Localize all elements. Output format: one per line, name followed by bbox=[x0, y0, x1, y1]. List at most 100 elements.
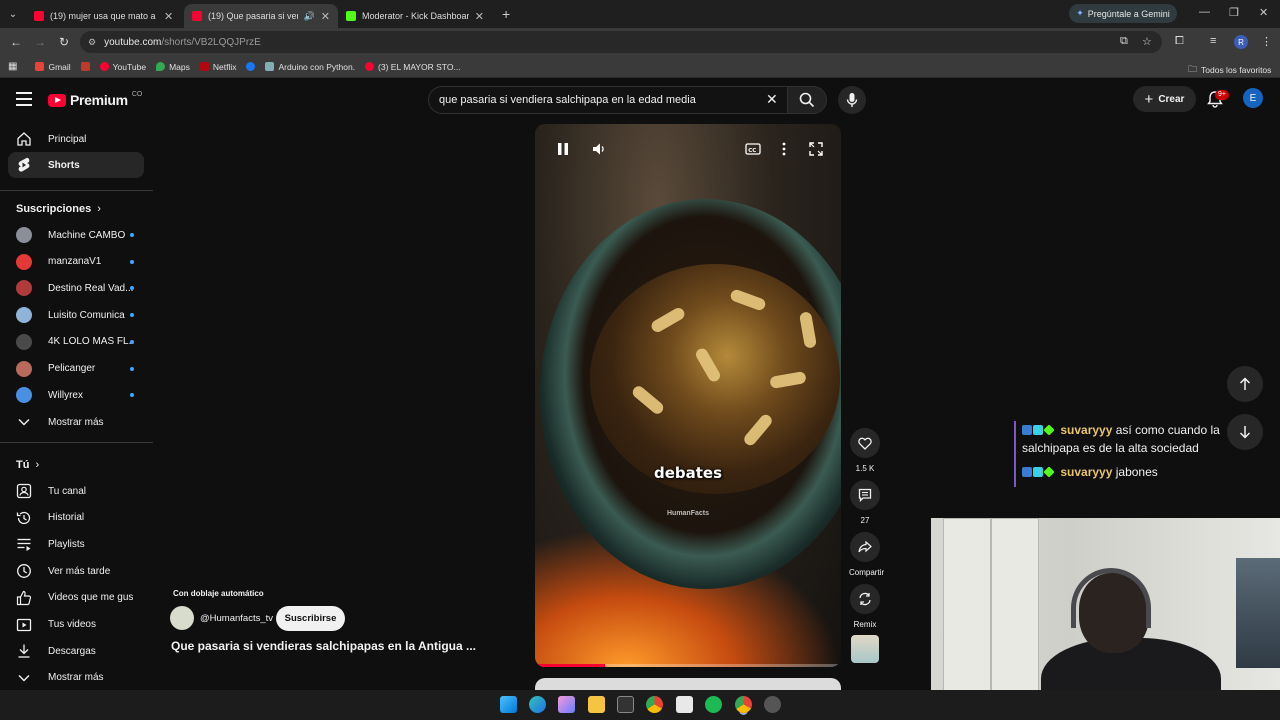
subscriptions-heading-label: Suscripciones bbox=[16, 203, 92, 215]
new-tab-icon[interactable]: + bbox=[492, 6, 520, 22]
all-bookmarks-folder[interactable]: 🗀 Todos los favoritos bbox=[1188, 62, 1271, 78]
channel-icon bbox=[16, 483, 32, 499]
browser-tab[interactable]: (19) mujer usa que mato a sus ✕ bbox=[26, 4, 184, 28]
bookmark-star-icon[interactable]: ☆ bbox=[1142, 35, 1152, 48]
sidebar-subscription-item[interactable]: Luisito Comunica bbox=[8, 302, 144, 328]
sidebar-subscription-item[interactable]: 4K LOLO MAS FL... bbox=[8, 329, 144, 355]
share-action[interactable]: Compartir bbox=[849, 532, 884, 577]
bookmark-maps[interactable]: Maps bbox=[156, 62, 190, 72]
sidebar-item-shorts[interactable]: Shorts bbox=[8, 152, 144, 178]
address-bar[interactable]: ⚙ youtube.com/shorts/VB2LQQJPrzE bbox=[80, 31, 1162, 53]
close-tab-icon[interactable]: ✕ bbox=[164, 10, 173, 23]
sidebar-you-item[interactable]: Tu canal bbox=[8, 478, 144, 504]
bookmark-netflix[interactable]: Netflix bbox=[199, 62, 236, 72]
sidebar-you-item[interactable]: Playlists bbox=[8, 531, 144, 557]
chrome-active-icon[interactable] bbox=[735, 696, 752, 713]
subscribe-button[interactable]: Suscribirse bbox=[276, 606, 345, 631]
next-short-preview[interactable] bbox=[535, 678, 841, 690]
search-button[interactable] bbox=[787, 86, 827, 114]
previous-short-button[interactable] bbox=[1227, 366, 1263, 402]
edge-icon[interactable] bbox=[529, 696, 546, 713]
sidebar-you-item[interactable]: Tus videos bbox=[8, 612, 144, 638]
apps-grid-icon[interactable]: ▦ bbox=[8, 61, 17, 72]
tab-search-chevron-icon[interactable]: ⌄ bbox=[0, 0, 26, 28]
sidebar-you-item[interactable]: Descargas bbox=[8, 638, 144, 664]
speaker-icon[interactable]: 🔊 bbox=[304, 11, 315, 22]
account-avatar[interactable]: E bbox=[1243, 88, 1263, 108]
sidebar-item-label: Luisito Comunica bbox=[48, 309, 125, 321]
netflix-icon bbox=[199, 62, 209, 71]
browser-tab-active[interactable]: (19) Que pasaria si vendiera 🔊 ✕ bbox=[184, 4, 338, 28]
channel-handle[interactable]: @Humanfacts_tv bbox=[200, 613, 273, 624]
extensions-icon[interactable]: ⧠ bbox=[1175, 35, 1184, 48]
forward-icon[interactable]: → bbox=[28, 35, 52, 49]
settings-icon[interactable] bbox=[764, 696, 781, 713]
sidebar-item-principal[interactable]: Principal bbox=[8, 126, 144, 152]
chat-badges bbox=[1022, 463, 1055, 481]
back-icon[interactable]: ← bbox=[4, 35, 28, 49]
subscriptions-heading[interactable]: Suscripciones › bbox=[16, 203, 101, 215]
close-window-icon[interactable]: ✕ bbox=[1259, 6, 1268, 19]
restore-icon[interactable]: ❐ bbox=[1229, 6, 1239, 19]
bookmark-facebook[interactable] bbox=[246, 62, 256, 71]
channel-avatar[interactable] bbox=[170, 606, 194, 630]
comments-action[interactable]: 27 bbox=[849, 480, 881, 525]
bookmark-misc[interactable] bbox=[80, 62, 90, 71]
bookmark-mayor-sto[interactable]: (3) EL MAYOR STO... bbox=[365, 62, 461, 72]
sidebar-you-item[interactable]: Historial bbox=[8, 505, 144, 531]
file-explorer-icon[interactable] bbox=[588, 696, 605, 713]
browser-tab[interactable]: Moderator - Kick Dashboard ✕ bbox=[338, 4, 492, 28]
bookmark-gmail[interactable]: Gmail bbox=[35, 62, 71, 72]
close-tab-icon[interactable]: ✕ bbox=[321, 10, 330, 23]
video-progress-bar[interactable] bbox=[535, 664, 841, 667]
guide-menu-icon[interactable] bbox=[16, 92, 32, 106]
auto-dubbing-label: Con doblaje automático bbox=[173, 589, 264, 598]
sidebar-show-more-subscriptions[interactable]: Mostrar más bbox=[8, 409, 144, 435]
browser-profile-avatar[interactable]: R bbox=[1234, 35, 1248, 49]
close-tab-icon[interactable]: ✕ bbox=[475, 10, 484, 23]
like-action[interactable]: 1.5 K bbox=[849, 428, 881, 473]
sidebar-you-item[interactable]: Videos que me gus... bbox=[8, 585, 144, 611]
remix-action[interactable]: Remix bbox=[849, 584, 881, 629]
windows-start-icon[interactable] bbox=[500, 696, 517, 713]
spotify-icon[interactable] bbox=[705, 696, 722, 713]
sidebar-you-item[interactable]: Mostrar más bbox=[8, 665, 144, 691]
sidebar-subscription-item[interactable]: manzanaV1 bbox=[8, 249, 144, 275]
maps-pin-icon bbox=[156, 62, 166, 71]
bookmark-arduino[interactable]: Arduino con Python. bbox=[265, 62, 355, 72]
sidebar-you-item[interactable]: Ver más tarde bbox=[8, 558, 144, 584]
site-info-icon[interactable]: ⚙ bbox=[88, 37, 96, 48]
sidebar-subscription-item[interactable]: Destino Real Vad... bbox=[8, 275, 144, 301]
epic-games-icon[interactable] bbox=[617, 696, 634, 713]
minimize-icon[interactable]: — bbox=[1199, 6, 1210, 18]
gift-badge-icon bbox=[1033, 425, 1043, 435]
fullscreen-icon[interactable] bbox=[809, 142, 823, 156]
chrome-icon[interactable] bbox=[646, 696, 663, 713]
youtube-premium-logo[interactable]: Premium CO bbox=[48, 91, 142, 108]
voice-search-button[interactable] bbox=[838, 86, 866, 114]
channel-avatar-icon bbox=[16, 360, 32, 377]
you-heading[interactable]: Tú › bbox=[16, 459, 39, 471]
sidebar-subscription-item[interactable]: Pelicanger bbox=[8, 356, 144, 382]
media-controls-icon[interactable]: ≡ bbox=[1210, 35, 1216, 47]
clear-search-icon[interactable]: ✕ bbox=[766, 91, 778, 108]
search-input[interactable]: que pasaria si vendiera salchipapa en la… bbox=[428, 86, 787, 114]
create-button[interactable]: + Crear bbox=[1133, 86, 1196, 112]
reload-icon[interactable]: ↻ bbox=[52, 35, 76, 49]
install-app-icon[interactable]: ⧉ bbox=[1120, 35, 1128, 48]
sound-thumbnail[interactable] bbox=[851, 635, 879, 663]
sidebar-subscription-item[interactable]: Machine CAMBO bbox=[8, 222, 144, 248]
more-menu-icon[interactable]: ⋮ bbox=[1261, 35, 1272, 48]
sidebar-subscription-item[interactable]: Willyrex bbox=[8, 382, 144, 408]
pause-icon[interactable] bbox=[557, 142, 569, 156]
new-content-dot-icon bbox=[130, 233, 134, 237]
gemini-button[interactable]: ✦ Pregúntale a Gemini bbox=[1069, 4, 1177, 23]
copilot-icon[interactable] bbox=[558, 696, 575, 713]
more-options-icon[interactable] bbox=[782, 142, 786, 156]
short-title[interactable]: Que pasaria si vendieras salchipapas en … bbox=[171, 639, 491, 653]
document-app-icon[interactable] bbox=[676, 696, 693, 713]
volume-icon[interactable] bbox=[592, 142, 606, 156]
bookmark-youtube[interactable]: YouTube bbox=[99, 62, 146, 72]
closed-captions-icon[interactable]: CC bbox=[745, 142, 761, 156]
shorts-video-player[interactable]: debates HumanFacts CC bbox=[535, 124, 841, 667]
